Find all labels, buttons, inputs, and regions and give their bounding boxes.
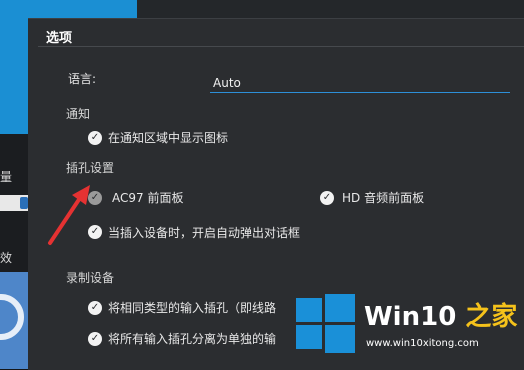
- show-icon-label: 在通知区域中显示图标: [108, 131, 229, 145]
- ac97-label: AC97 前面板: [112, 191, 184, 205]
- watermark-url: www.win10xitong.com: [366, 338, 479, 349]
- notify-heading: 通知: [66, 107, 91, 121]
- background-label-1: 量: [0, 170, 13, 184]
- jack-heading: 插孔设置: [66, 161, 115, 175]
- annotation-arrow-icon: [48, 185, 90, 245]
- auto-popup-label: 当插入设备时，开启自动弹出对话框: [108, 226, 301, 240]
- watermark-brand-accent: 之家: [465, 302, 518, 332]
- language-dropdown[interactable]: Auto: [213, 76, 241, 90]
- watermark-brand-main: Win10: [364, 302, 457, 332]
- show-icon-checkbox[interactable]: ✓: [88, 131, 102, 145]
- title-divider: [38, 46, 524, 47]
- dialog-title: 选项: [46, 31, 73, 46]
- background-label-2: 效: [0, 251, 13, 265]
- record-heading: 录制设备: [66, 271, 115, 285]
- watermark-brand: Win10 之家: [364, 296, 517, 333]
- same-type-label: 将相同类型的输入插孔（即线路: [108, 301, 277, 315]
- split-all-checkbox[interactable]: ✓: [88, 332, 102, 346]
- same-type-checkbox[interactable]: ✓: [88, 301, 102, 315]
- background-logo: [0, 272, 28, 369]
- watermark: Win10 之家 www.win10xitong.com: [288, 288, 524, 369]
- language-dropdown-underline: [210, 92, 510, 93]
- background-window-top: [137, 0, 524, 18]
- language-label: 语言:: [68, 72, 97, 86]
- hd-audio-checkbox[interactable]: ✓: [320, 191, 334, 205]
- hd-audio-label: HD 音频前面板: [342, 191, 425, 205]
- split-all-label: 将所有输入插孔分离为单独的输: [108, 332, 277, 346]
- background-slider: [0, 195, 28, 211]
